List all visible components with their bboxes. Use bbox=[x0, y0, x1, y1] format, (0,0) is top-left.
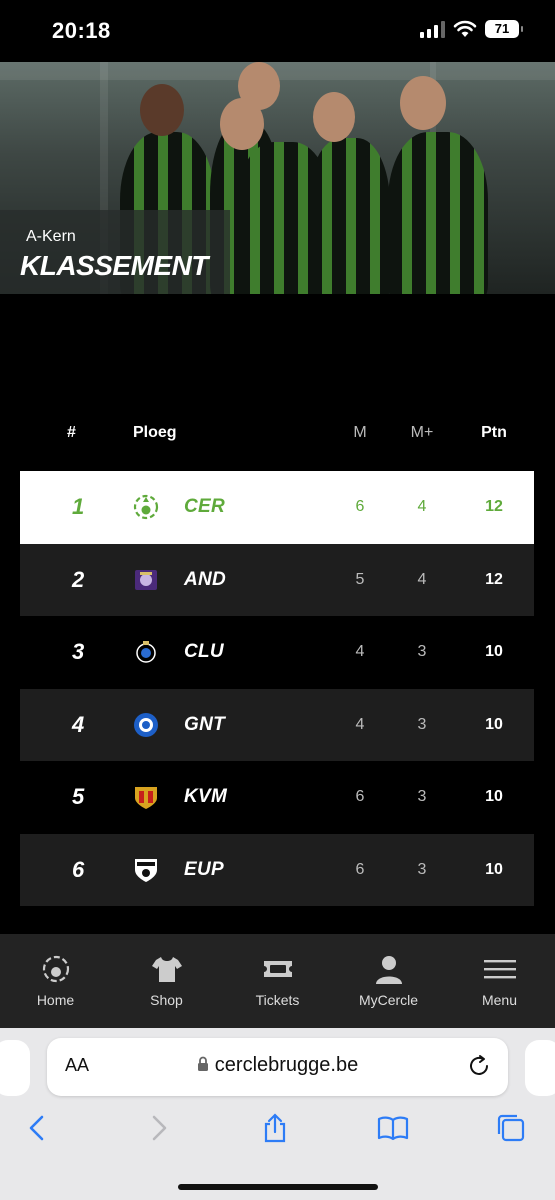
header-team: Ploeg bbox=[133, 424, 177, 441]
cellular-signal-icon bbox=[420, 20, 445, 38]
browser-toolbar bbox=[0, 1108, 555, 1148]
header-rank: # bbox=[67, 424, 76, 441]
row-matches: 6 bbox=[355, 788, 365, 805]
hero-banner: A-Kern KLASSEMENT bbox=[0, 62, 555, 294]
status-icons: 71 bbox=[420, 20, 523, 38]
nav-shop-label: Shop bbox=[150, 992, 183, 1008]
share-icon[interactable] bbox=[259, 1112, 291, 1144]
row-rank: 2 bbox=[72, 566, 85, 592]
home-indicator bbox=[178, 1184, 378, 1190]
row-team: CLU bbox=[184, 641, 224, 662]
status-bar: 20:18 71 bbox=[0, 0, 555, 62]
row-matches-plus: 3 bbox=[417, 788, 427, 805]
hero-subtitle: A-Kern bbox=[26, 228, 76, 245]
battery-indicator: 71 bbox=[485, 20, 523, 38]
forward-icon[interactable] bbox=[142, 1112, 174, 1144]
row-matches-plus: 3 bbox=[417, 860, 427, 878]
status-time: 20:18 bbox=[52, 18, 111, 43]
nav-home[interactable]: Home bbox=[0, 934, 111, 1028]
row-matches: 4 bbox=[355, 715, 365, 733]
nav-mycercle-label: MyCercle bbox=[358, 992, 419, 1008]
row-matches: 4 bbox=[355, 643, 365, 660]
nav-tickets-label: Tickets bbox=[255, 992, 300, 1008]
mechelen-crest-icon bbox=[135, 787, 157, 809]
row-points: 10 bbox=[485, 715, 503, 733]
row-team: EUP bbox=[184, 858, 224, 880]
row-rank: 4 bbox=[72, 711, 85, 737]
row-matches-plus: 3 bbox=[417, 715, 427, 733]
next-tab-peek[interactable] bbox=[525, 1040, 555, 1096]
row-matches-plus: 4 bbox=[417, 570, 427, 588]
row-points: 12 bbox=[485, 570, 503, 588]
row-rank: 6 bbox=[72, 856, 85, 882]
gent-crest-icon bbox=[134, 712, 158, 737]
row-matches: 5 bbox=[355, 570, 365, 588]
nav-home-label: Home bbox=[36, 992, 75, 1008]
bottom-navigation: Home Shop Tickets MyCercle Menu bbox=[0, 934, 555, 1028]
shirt-icon bbox=[151, 957, 182, 982]
header-matches: M bbox=[353, 424, 367, 441]
table-row[interactable]: 3 CLU 4 3 10 bbox=[20, 616, 534, 689]
standings-table: 1 CER 6 4 12 2 AND 5 4 12 3 CLU 4 3 10 4… bbox=[20, 471, 534, 906]
address-bar[interactable]: AA cerclebrugge.be bbox=[47, 1038, 508, 1096]
row-points: 10 bbox=[485, 860, 503, 878]
back-icon[interactable] bbox=[22, 1112, 54, 1144]
row-points: 10 bbox=[485, 643, 503, 660]
nav-menu-label: Menu bbox=[481, 992, 518, 1008]
wifi-icon bbox=[453, 20, 477, 37]
table-row[interactable]: 5 KVM 6 3 10 bbox=[20, 761, 534, 834]
browser-bar: AA cerclebrugge.be bbox=[0, 1028, 555, 1200]
table-row[interactable]: 1 CER 6 4 12 bbox=[20, 471, 534, 544]
url-field[interactable]: cerclebrugge.be bbox=[47, 1054, 508, 1077]
nav-tickets[interactable]: Tickets bbox=[222, 934, 333, 1028]
table-row[interactable]: 4 GNT 4 3 10 bbox=[20, 688, 534, 761]
anderlecht-crest-icon bbox=[135, 569, 157, 590]
bookmarks-icon[interactable] bbox=[377, 1112, 409, 1144]
club-brugge-crest-icon bbox=[136, 641, 156, 663]
nav-menu[interactable]: Menu bbox=[444, 934, 555, 1028]
row-rank: 3 bbox=[72, 639, 85, 664]
page-title: KLASSEMENT bbox=[20, 250, 208, 281]
row-team: CER bbox=[184, 496, 226, 517]
cercle-brugge-crest-icon bbox=[133, 494, 159, 520]
row-points: 10 bbox=[485, 788, 503, 805]
row-points: 12 bbox=[485, 498, 503, 515]
row-rank: 1 bbox=[72, 494, 85, 519]
row-matches: 6 bbox=[355, 498, 365, 515]
table-row[interactable]: 2 AND 5 4 12 bbox=[20, 543, 534, 616]
row-matches-plus: 3 bbox=[417, 643, 427, 660]
table-row[interactable]: 6 EUP 6 3 10 bbox=[20, 833, 534, 906]
row-rank: 5 bbox=[72, 784, 85, 809]
url-text: cerclebrugge.be bbox=[214, 1054, 359, 1076]
tabs-icon[interactable] bbox=[495, 1112, 527, 1144]
previous-tab-peek[interactable] bbox=[0, 1040, 30, 1096]
nav-shop[interactable]: Shop bbox=[111, 934, 222, 1028]
header-points: Ptn bbox=[481, 424, 507, 441]
eupen-crest-icon bbox=[135, 858, 157, 882]
row-team: KVM bbox=[184, 786, 228, 807]
standings-header: # Ploeg M M+ Ptn bbox=[20, 418, 534, 452]
cercle-logo-icon bbox=[42, 955, 69, 983]
header-matches-plus: M+ bbox=[410, 424, 434, 441]
lock-icon bbox=[197, 1056, 208, 1071]
row-team: GNT bbox=[184, 713, 226, 735]
row-matches-plus: 4 bbox=[417, 498, 427, 515]
row-team: AND bbox=[184, 568, 227, 590]
hamburger-icon bbox=[483, 960, 516, 979]
nav-mycercle[interactable]: MyCercle bbox=[333, 934, 444, 1028]
ticket-icon bbox=[263, 961, 292, 977]
row-matches: 6 bbox=[355, 860, 365, 878]
user-icon bbox=[375, 956, 402, 984]
reload-icon[interactable] bbox=[466, 1053, 492, 1079]
